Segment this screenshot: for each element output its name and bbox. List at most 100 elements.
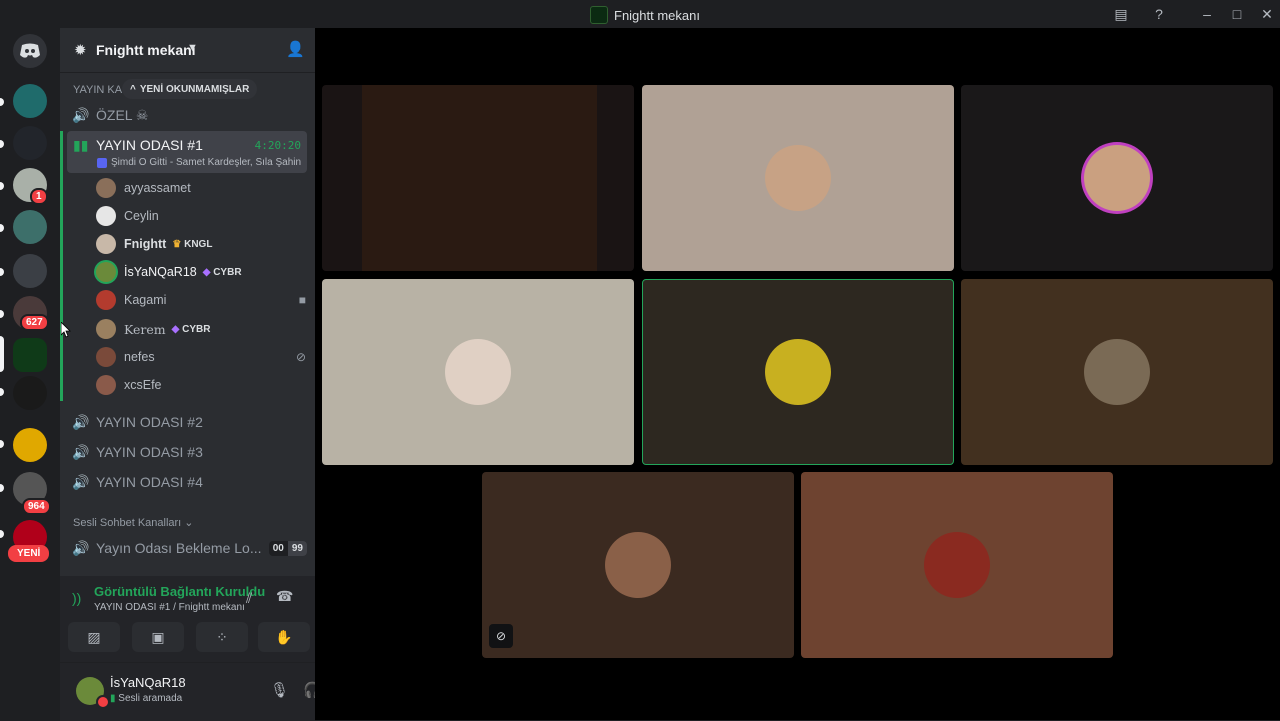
video-tile[interactable] [961,85,1273,271]
server-icon[interactable] [13,254,47,288]
soundboard-button[interactable]: ✋ [258,622,310,652]
clan-tag: ◆ CYBR [202,266,242,278]
voice-user[interactable]: Kerem ◆ CYBR [96,316,306,342]
rtc-location[interactable]: YAYIN ODASI #1 / Fnightt mekanı [94,602,245,613]
camera-feed [362,85,597,271]
video-tile[interactable] [642,85,954,271]
category-voice[interactable]: Sesli Sohbet Kanalları ⌄ [73,516,194,529]
voice-user-name: Fnightt [124,237,167,251]
avatar [924,532,990,598]
minimize-button[interactable]: – [1196,4,1218,24]
avatar [765,145,831,211]
mention-badge: 964 [22,498,51,515]
microphone-icon[interactable]: 🎙 [270,681,289,699]
server-icon[interactable] [13,126,47,160]
voice-channel-room4[interactable]: 🔊 YAYIN ODASI #4 [72,468,307,496]
voice-user[interactable]: Ceylin [96,203,306,229]
video-tile[interactable] [801,472,1113,658]
selected-pill [0,336,4,372]
voice-channel-room2[interactable]: 🔊 YAYIN ODASI #2 [72,408,307,436]
invite-people-icon[interactable]: 👤 [286,40,305,58]
unread-pill [0,268,4,276]
voice-channel-room1[interactable]: ▮▮ YAYIN ODASI #1 4:20:20 Şimdi O Gitti … [67,131,307,173]
voice-user-name: xcsEfe [124,378,162,392]
voice-user[interactable]: xcsEfe [96,372,306,398]
inbox-icon[interactable]: ▤ [1110,4,1132,24]
spotify-activity-icon [97,158,107,168]
disconnect-icon[interactable]: ☎ [276,588,293,605]
voice-channel-room3[interactable]: 🔊 YAYIN ODASI #3 [72,438,307,466]
speaker-icon: 🔊 [72,473,90,490]
camera-off-icon: ▨ [87,629,101,645]
voice-user[interactable]: ayyassamet [96,175,306,201]
channel-name: YAYIN ODASI #4 [96,474,203,490]
speaker-icon: 🔊 [72,443,90,460]
server-icon[interactable] [13,428,47,462]
voice-user-name: ayyassamet [124,181,191,195]
avatar [96,234,116,254]
unread-pill [0,440,4,448]
help-icon[interactable]: ? [1148,4,1170,24]
camera-off-button[interactable]: ▨ [68,622,120,652]
voice-user[interactable]: Fnightt ♛ KNGL [96,231,306,257]
channel-name: YAYIN ODASI #3 [96,444,203,460]
title-bar: Fnightt mekanı ▤ ? – □ ✕ [0,0,1280,28]
voice-channel-waiting[interactable]: 🔊 Yayın Odası Bekleme Lo... 00 99 [72,534,307,562]
chevron-up-icon: ^ [130,83,136,95]
avatar [1084,339,1150,405]
voice-user[interactable]: nefes ⊘ [96,344,306,370]
voice-active-icon: ▮▮ [73,137,89,153]
speaker-icon: 🔊 [72,413,90,430]
server-list: 1 627 964 YENİ [0,28,60,720]
new-unreads-badge[interactable]: YENİ [8,545,50,562]
avatar [96,290,116,310]
avatar [96,178,116,198]
window-title: Fnightt mekanı [590,6,700,24]
rtc-status[interactable]: Görüntülü Bağlantı Kuruldu [94,584,265,599]
soundboard-icon: ✋ [275,629,293,645]
voice-user-name: Ceylin [124,209,159,223]
voice-channel-ozel[interactable]: 🔊 ÖZEL ☠ [72,101,307,129]
muted-mic-icon: ⊘ [295,350,306,364]
new-unreads-banner[interactable]: ^ YENİ OKUNMAMIŞLAR [122,79,258,99]
avatar [96,262,116,282]
unread-pill [0,98,4,106]
server-icon[interactable] [13,376,47,410]
video-tile-stream[interactable] [322,85,634,271]
account-username[interactable]: İsYaNQaR18 [110,675,186,690]
account-panel: İsYaNQaR18 ▮ Sesli aramada 🎙 🎧 ⚙ [60,662,349,721]
home-button[interactable] [13,34,47,68]
maximize-button[interactable]: □ [1226,4,1248,24]
voice-user[interactable]: Kagami ■ [96,287,306,313]
voice-user-name: nefes [124,350,155,364]
voice-user-name: Kerem [124,321,166,337]
video-tile[interactable] [961,279,1273,465]
server-header[interactable]: ✹ Fnightt mekanı ▼ 👤 [60,28,315,73]
noise-suppression-icon[interactable]: ⫽ [246,590,252,607]
window-title-text: Fnightt mekanı [614,7,700,23]
server-icon-active[interactable] [13,338,47,372]
user-limit-badge: 00 99 [268,540,307,556]
unread-pill [0,530,4,538]
server-icon[interactable] [13,84,47,118]
category-label[interactable]: YAYIN KA [73,84,122,96]
unread-pill [0,310,4,318]
avatar [1084,145,1150,211]
activities-button[interactable]: ⁘ [196,622,248,652]
server-icon[interactable] [13,210,47,244]
avatar [765,339,831,405]
channel-name: YAYIN ODASI #1 [96,137,203,153]
video-tile-speaking[interactable] [642,279,954,465]
screen-share-button[interactable]: ▣ [132,622,184,652]
video-tile[interactable] [322,279,634,465]
channel-name: Yayın Odası Bekleme Lo... [96,540,262,556]
mention-badge: 627 [20,314,49,331]
voice-user-speaking[interactable]: İsYaNQaR18 ◆ CYBR [96,259,306,285]
avatar [96,319,116,339]
close-button[interactable]: ✕ [1256,4,1278,24]
video-tile[interactable]: ⊘ [482,472,794,658]
unread-pill [0,388,4,396]
voice-connection-panel: )) Görüntülü Bağlantı Kuruldu YAYIN ODAS… [60,576,315,662]
mention-badge: 1 [30,188,48,205]
speaker-icon: 🔊 [72,539,90,556]
